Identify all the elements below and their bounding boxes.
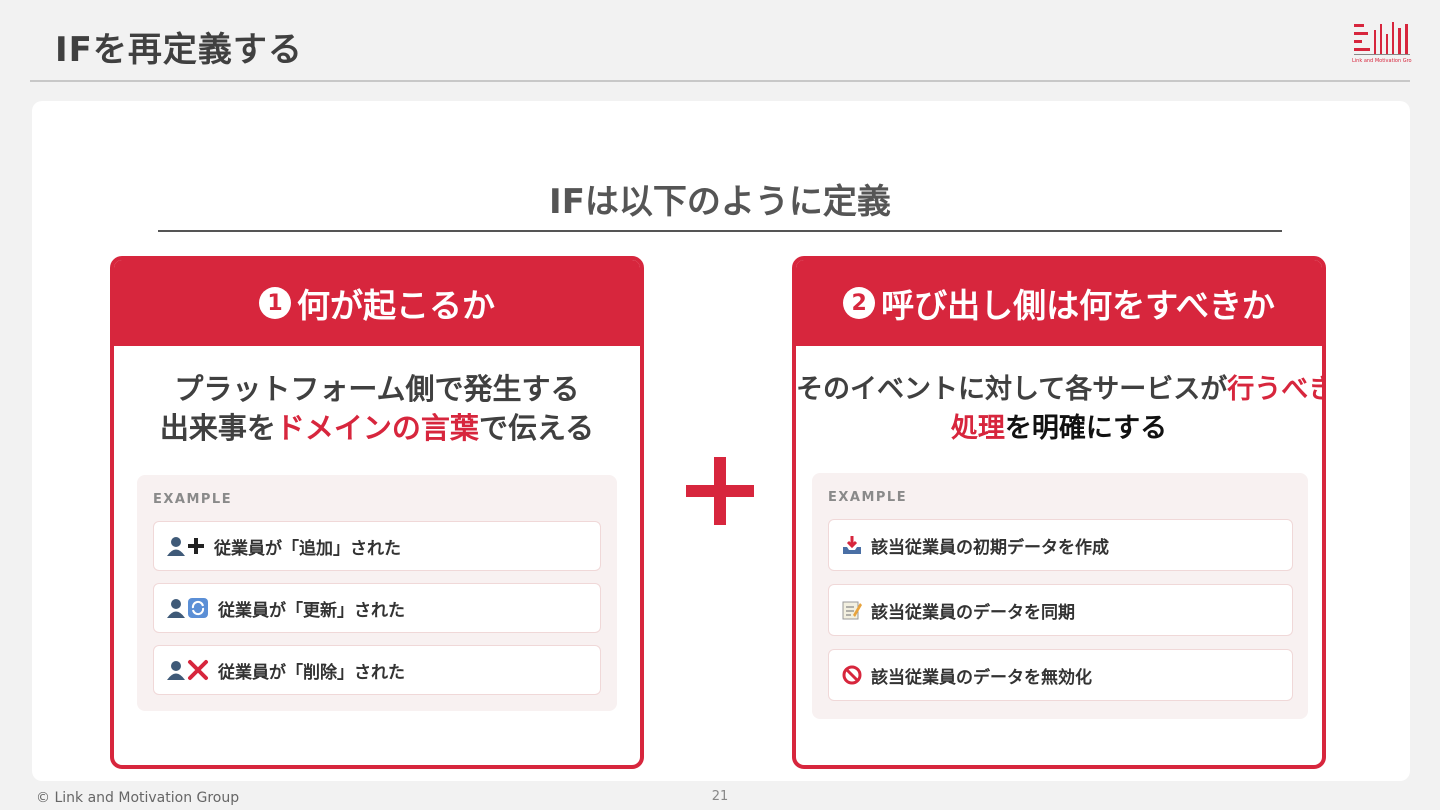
section-heading: IFは以下のように定義 [549, 182, 891, 222]
inbox-tray-icon [841, 534, 863, 556]
example-text: 従業員が「削除」された [218, 662, 405, 683]
page-title: IFを再定義する [55, 30, 303, 70]
lead-highlight: ドメインの言葉 [275, 411, 479, 445]
lead-line-2: 出来事をドメインの言葉で伝える [114, 409, 640, 448]
memo-icon [841, 599, 863, 621]
lead-text: で伝える [478, 411, 595, 445]
prohibited-icon [841, 664, 863, 686]
lead-highlight: 行うべき [1227, 374, 1326, 405]
number-badge: 1 [259, 287, 291, 319]
panel-header: 2 呼び出し側は何をすべきか [796, 260, 1322, 346]
example-item: 該当従業員のデータを無効化 [828, 649, 1293, 701]
example-item: 該当従業員のデータを同期 [828, 584, 1293, 636]
what-happens-panel: 1 何が起こるか プラットフォーム側で発生する 出来事をドメインの言葉で伝える … [110, 256, 644, 769]
title-divider [30, 80, 1410, 82]
lead-text: を明確にする [1004, 413, 1168, 444]
example-text: 該当従業員のデータを同期 [871, 602, 1075, 623]
lead-line-2: 処理を明確にする [796, 409, 1322, 448]
panel-lead-text: プラットフォーム側で発生する 出来事をドメインの言葉で伝える [114, 370, 640, 448]
logo-text: Link and Motivation Group [1352, 58, 1412, 64]
lead-highlight: 処理 [950, 413, 1005, 444]
lead-line-1: プラットフォーム側で発生する [174, 372, 580, 406]
what-to-do-panel: 2 呼び出し側は何をすべきか そのイベントに対して各サービスが行うべき 処理を明… [792, 256, 1326, 769]
example-item: 従業員が「更新」された [153, 583, 601, 633]
user-update-icon [166, 597, 210, 619]
example-item: 従業員が「追加」された [153, 521, 601, 571]
panel-title: 呼び出し側は何をすべきか [881, 286, 1275, 325]
example-item: 従業員が「削除」された [153, 645, 601, 695]
example-box: EXAMPLE 従業員が「追加」された 従業員が「更新」された 従業員が「削除」… [137, 475, 617, 711]
lead-text: そのイベントに対して各サービスが [796, 374, 1228, 405]
example-item: 該当従業員の初期データを作成 [828, 519, 1293, 571]
panel-title: 何が起こるか [297, 286, 495, 325]
lead-line-1: そのイベントに対して各サービスが行うべき [796, 370, 1322, 409]
user-delete-icon [166, 659, 210, 681]
page-number: 21 [711, 789, 729, 804]
example-box: EXAMPLE 該当従業員の初期データを作成 該当従業員のデータを同期 該当従業… [812, 473, 1308, 719]
panel-lead-text: そのイベントに対して各サービスが行うべき 処理を明確にする [796, 370, 1322, 448]
panel-header: 1 何が起こるか [114, 260, 640, 346]
example-text: 従業員が「更新」された [218, 600, 405, 621]
user-add-icon [166, 535, 206, 557]
footer-copyright: © Link and Motivation Group [36, 790, 240, 806]
example-text: 該当従業員のデータを無効化 [871, 667, 1092, 688]
lead-text: 出来事を [159, 411, 276, 445]
example-text: 該当従業員の初期データを作成 [871, 537, 1109, 558]
plus-icon [686, 457, 754, 525]
section-divider [158, 230, 1282, 232]
number-badge: 2 [843, 287, 876, 319]
example-text: 従業員が「追加」された [214, 538, 401, 559]
example-label: EXAMPLE [828, 490, 908, 505]
example-label: EXAMPLE [153, 492, 233, 507]
